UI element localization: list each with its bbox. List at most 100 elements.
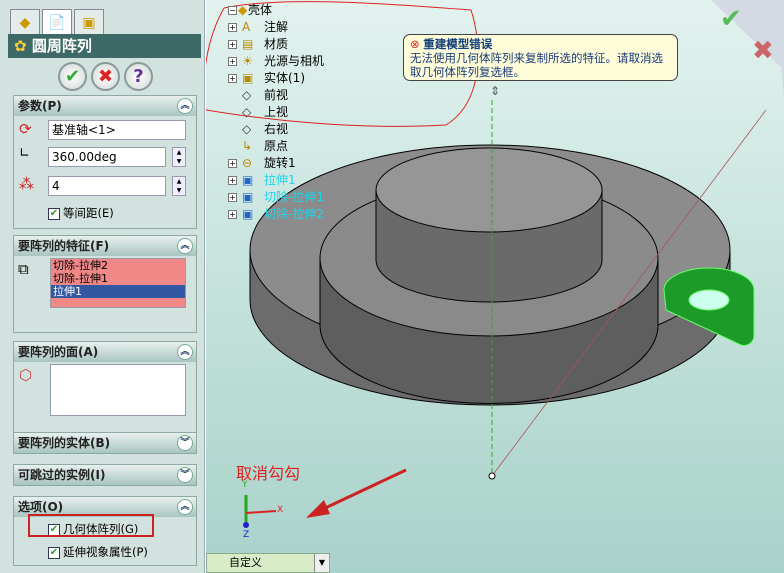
- params-header-text: 参数(P): [18, 99, 62, 113]
- cut-extrude-icon: ▣: [242, 190, 254, 204]
- plane-icon: ◇: [242, 105, 252, 119]
- property-manager-tab[interactable]: 📄: [42, 9, 72, 35]
- cancel-button[interactable]: ✖: [91, 62, 120, 91]
- list-item[interactable]: 切除-拉伸1: [51, 272, 185, 285]
- tree-item[interactable]: + ⊖ 旋转1: [228, 155, 324, 172]
- tree-label: 原点: [264, 139, 289, 153]
- cut-extrude-icon: ▣: [242, 207, 254, 221]
- dropdown-arrow-icon[interactable]: ▼: [314, 554, 329, 572]
- expand-icon[interactable]: +: [228, 57, 237, 66]
- circular-pattern-icon: ✿: [14, 37, 27, 55]
- expand-icon[interactable]: +: [228, 159, 237, 168]
- list-item[interactable]: 拉伸1: [51, 285, 185, 298]
- arrow-head-icon: [306, 500, 330, 518]
- view-config-dropdown[interactable]: 自定义 ▼: [206, 553, 330, 573]
- tree-item[interactable]: + ▣ 切除-拉伸2: [228, 206, 324, 223]
- tree-label: 材质: [264, 37, 289, 51]
- tree-label: 光源与相机: [264, 54, 325, 68]
- feature-tree: − ◆ 壳体 + A 注解 + ▤ 材质 + ☀ 光源与相机 + ▣ 实体(1) ◇ 前视 ◇ 上视 ◇ 右视 ↳ 原点 +…: [228, 2, 324, 223]
- feature-manager-icon: ◆: [19, 14, 31, 31]
- plane-icon: ◇: [242, 122, 252, 136]
- ok-button[interactable]: ✔: [58, 62, 87, 91]
- tree-item[interactable]: ◇ 上视: [228, 104, 324, 121]
- features-header-text: 要阵列的特征(F): [18, 239, 110, 253]
- extrude-icon: ▣: [242, 173, 254, 187]
- skip-header[interactable]: 可跳过的实例(I) ︾: [14, 465, 196, 485]
- confirm-ok-icon[interactable]: ✔: [720, 4, 742, 34]
- feature-manager-tab[interactable]: ◆: [10, 9, 40, 35]
- collapse-icon[interactable]: ︽: [177, 238, 193, 254]
- part-icon: ◆: [238, 3, 248, 17]
- params-header[interactable]: 参数(P) ︽: [14, 96, 196, 116]
- faces-header[interactable]: 要阵列的面(A) ︽: [14, 342, 196, 362]
- plane-icon: ◇: [242, 88, 252, 102]
- tree-item[interactable]: ◇ 前视: [228, 87, 324, 104]
- face-icon: ⬡: [19, 366, 33, 384]
- graphics-area[interactable]: ⇕ Y X Z 取消勾勾 ✔ ✖ − ◆ 壳体 + A 注解 + ▤ 材质 + ☀ 光源与相机 + ▣ 实…: [206, 0, 784, 573]
- tree-label: 切除-拉伸2: [264, 207, 324, 221]
- tree-item[interactable]: + A 注解: [228, 19, 324, 36]
- expand-icon[interactable]: ︾: [177, 435, 193, 451]
- faces-list[interactable]: [50, 364, 186, 416]
- solid-body-icon: ▣: [242, 71, 254, 85]
- confirm-cancel-icon[interactable]: ✖: [752, 36, 774, 66]
- angle-spinner[interactable]: ▲ ▼: [172, 147, 186, 167]
- expand-icon[interactable]: +: [228, 176, 237, 185]
- list-item[interactable]: 切除-拉伸2: [51, 259, 185, 272]
- tree-item[interactable]: + ▤ 材质: [228, 36, 324, 53]
- highlight-box: [28, 514, 154, 537]
- tree-label: 前视: [264, 88, 289, 102]
- collapse-icon[interactable]: ︽: [177, 344, 193, 360]
- bodies-header-text: 要阵列的实体(B): [18, 436, 111, 450]
- tree-label: 实体(1): [264, 71, 305, 85]
- tree-label: 右视: [264, 122, 289, 136]
- axis-field[interactable]: 基准轴<1>: [48, 120, 186, 140]
- expand-icon[interactable]: +: [228, 23, 237, 32]
- equal-spacing-checkbox[interactable]: ✔ 等间距(E): [48, 205, 114, 221]
- features-header[interactable]: 要阵列的特征(F) ︽: [14, 236, 196, 256]
- bodies-section: 要阵列的实体(B) ︾: [13, 432, 197, 454]
- annotation-text: 取消勾勾: [236, 464, 301, 483]
- axis-handle-icon[interactable]: ⇕: [490, 84, 500, 98]
- tree-item[interactable]: + ☀ 光源与相机: [228, 53, 324, 70]
- configuration-manager-tab[interactable]: ▣: [74, 9, 104, 35]
- tree-item[interactable]: ↳ 原点: [228, 138, 324, 155]
- title-text: 圆周阵列: [31, 37, 92, 55]
- tree-item[interactable]: + ▣ 拉伸1: [228, 172, 324, 189]
- equal-spacing-label: 等间距(E): [63, 206, 114, 220]
- collapse-icon[interactable]: ︽: [177, 499, 193, 515]
- lights-icon: ☀: [242, 54, 253, 68]
- triad-z-label: Z: [243, 530, 250, 540]
- propagate-visual-checkbox[interactable]: ✔ 延伸视象属性(P): [48, 544, 148, 560]
- tree-item[interactable]: + ▣ 切除-拉伸1: [228, 189, 324, 206]
- tree-item[interactable]: ◇ 右视: [228, 121, 324, 138]
- page-title: ✿ 圆周阵列: [8, 34, 201, 58]
- collapse-icon[interactable]: −: [228, 6, 237, 15]
- expand-icon[interactable]: +: [228, 210, 237, 219]
- tree-label: 拉伸1: [264, 173, 296, 187]
- reverse-direction-icon[interactable]: ⟳: [19, 120, 32, 138]
- material-icon: ▤: [242, 37, 254, 51]
- collapse-icon[interactable]: ︽: [177, 98, 193, 114]
- expand-icon[interactable]: ︾: [177, 467, 193, 483]
- tree-item[interactable]: + ▣ 实体(1): [228, 70, 324, 87]
- skip-section: 可跳过的实例(I) ︾: [13, 464, 197, 486]
- bodies-header[interactable]: 要阵列的实体(B) ︾: [14, 433, 196, 453]
- expand-icon[interactable]: +: [228, 40, 237, 49]
- tree-label: 旋转1: [264, 156, 296, 170]
- help-button[interactable]: ?: [124, 62, 153, 91]
- revolve-icon: ⊖: [242, 156, 253, 170]
- annotation-icon: A: [242, 20, 251, 34]
- error-message: 无法使用几何体阵列来复制所选的特征。请取消选取几何体阵列复选框。: [410, 51, 663, 79]
- tree-root[interactable]: − ◆ 壳体: [228, 2, 324, 19]
- manager-tabs: ◆ 📄 ▣: [10, 9, 104, 35]
- tree-label: 上视: [264, 105, 289, 119]
- instances-input[interactable]: 4: [48, 176, 166, 196]
- features-list[interactable]: 切除-拉伸2 切除-拉伸1 拉伸1: [50, 258, 186, 308]
- expand-icon[interactable]: +: [228, 193, 237, 202]
- instances-spinner[interactable]: ▲ ▼: [172, 176, 186, 196]
- features-icon: ⧉: [18, 260, 29, 278]
- angle-input[interactable]: 360.00deg: [48, 147, 166, 167]
- error-title: 重建模型错误: [423, 37, 493, 51]
- expand-icon[interactable]: +: [228, 74, 237, 83]
